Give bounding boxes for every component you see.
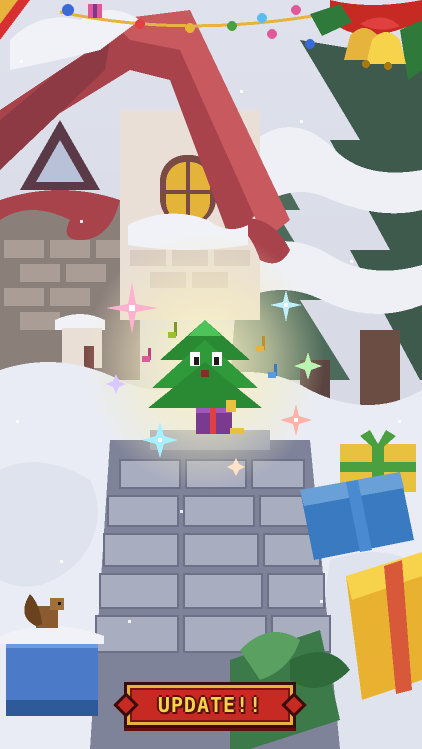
- game-stage: UPDATE!!: [0, 0, 422, 749]
- snowy-bucket: [0, 626, 104, 716]
- update-button[interactable]: UPDATE!!: [113, 682, 307, 728]
- update-button-label: UPDATE!!: [157, 693, 263, 717]
- game-scene: [0, 0, 422, 749]
